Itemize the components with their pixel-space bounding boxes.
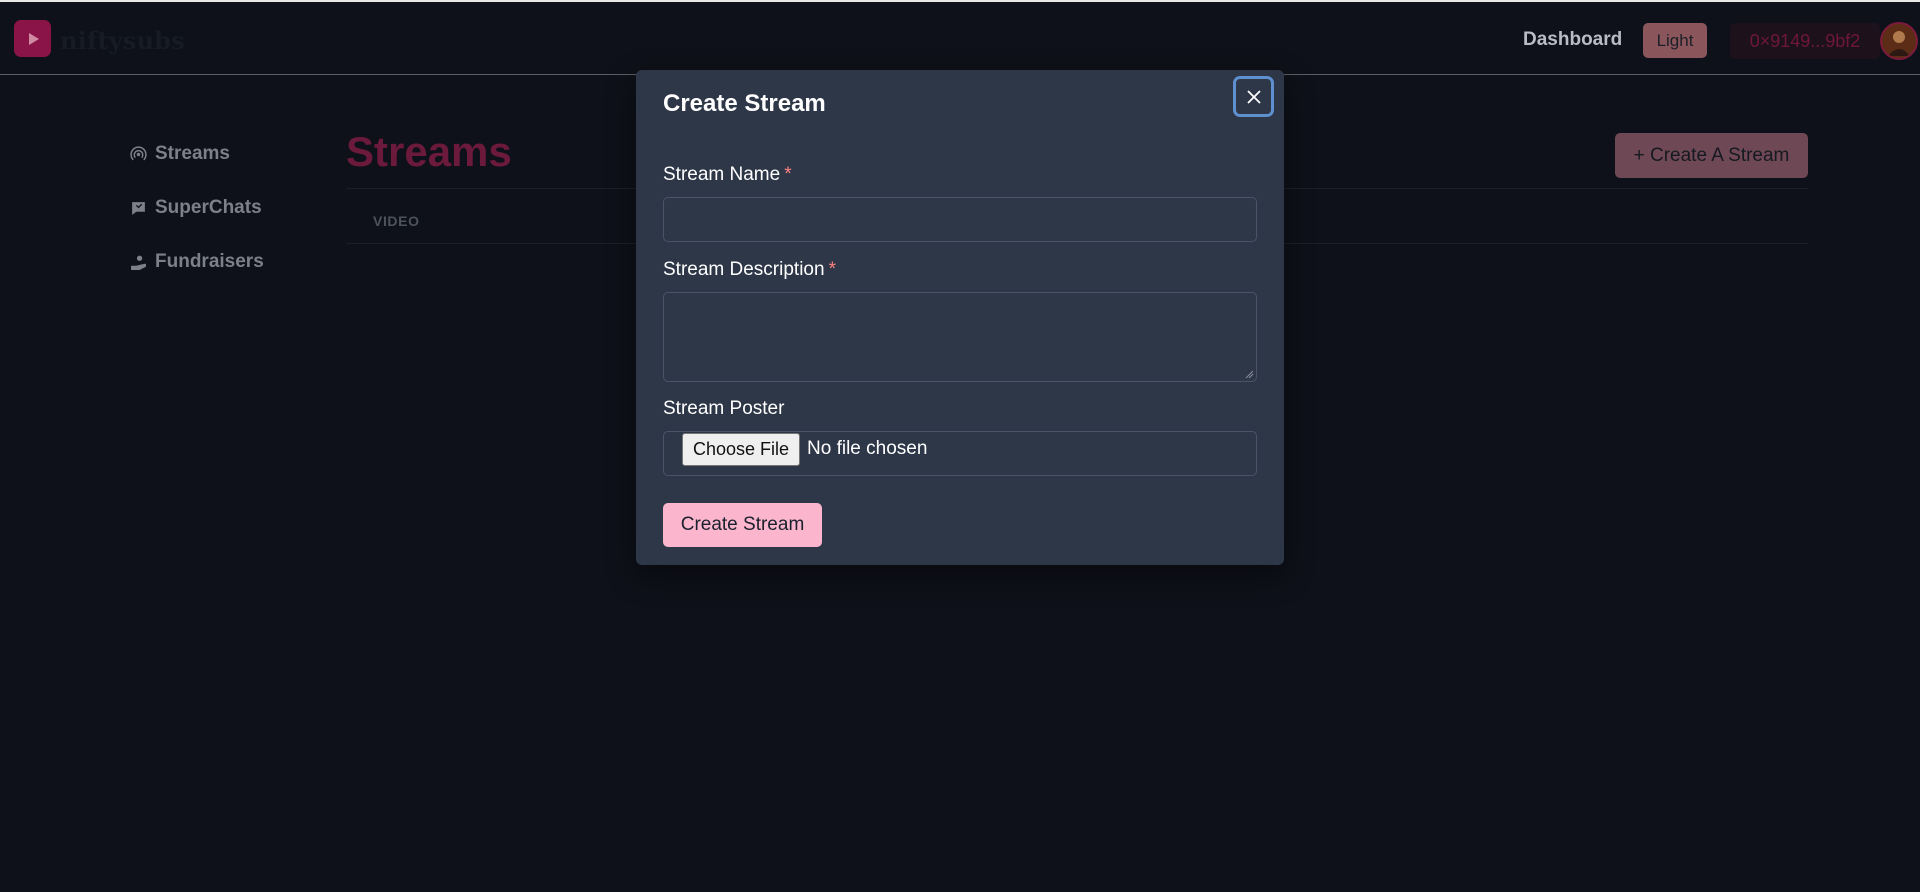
stream-poster-label: Stream Poster bbox=[663, 398, 785, 419]
modal-title: Create Stream bbox=[663, 90, 826, 117]
resize-handle-icon[interactable] bbox=[1244, 369, 1254, 379]
hand-heart-icon bbox=[131, 255, 146, 270]
sidebar-item-label: SuperChats bbox=[155, 197, 262, 218]
stream-name-input[interactable] bbox=[663, 197, 1257, 242]
sidebar-item-streams[interactable]: Streams bbox=[130, 139, 230, 169]
page-title: Streams bbox=[346, 128, 512, 175]
required-marker: * bbox=[828, 259, 836, 280]
sidebar-item-label: Fundraisers bbox=[155, 251, 264, 272]
close-button[interactable] bbox=[1233, 76, 1274, 117]
table-header-video: VIDEO bbox=[373, 213, 420, 229]
stream-description-textarea[interactable] bbox=[663, 292, 1257, 382]
close-icon bbox=[1246, 89, 1261, 104]
choose-file-button[interactable]: Choose File bbox=[682, 433, 800, 466]
stream-poster-file-input[interactable]: Choose File No file chosen bbox=[663, 431, 1257, 476]
file-status-text: No file chosen bbox=[807, 438, 928, 459]
wallet-address-button[interactable]: 0×9149...9bf2 bbox=[1730, 23, 1880, 59]
sidebar-item-fundraisers[interactable]: Fundraisers bbox=[130, 247, 264, 277]
sidebar-item-label: Streams bbox=[155, 143, 230, 164]
stream-description-label: Stream Description * bbox=[663, 259, 836, 280]
broadcast-icon bbox=[130, 145, 147, 160]
brand-name[interactable]: niftysubs bbox=[60, 26, 185, 55]
nav-link-dashboard[interactable]: Dashboard bbox=[1523, 29, 1622, 51]
create-stream-submit-button[interactable]: Create Stream bbox=[663, 503, 822, 547]
logo-icon[interactable] bbox=[14, 20, 51, 57]
create-stream-open-button[interactable]: + Create A Stream bbox=[1615, 133, 1808, 178]
top-navbar: niftysubs Dashboard Light 0×9149...9bf2 bbox=[0, 0, 1920, 75]
avatar[interactable] bbox=[1880, 22, 1918, 60]
chat-icon bbox=[132, 201, 145, 215]
stream-name-label: Stream Name * bbox=[663, 164, 792, 185]
theme-toggle-button[interactable]: Light bbox=[1643, 23, 1707, 58]
create-stream-modal: Create Stream Stream Name * Stream Descri… bbox=[636, 70, 1284, 565]
sidebar-item-superchats[interactable]: SuperChats bbox=[130, 193, 262, 223]
required-marker: * bbox=[784, 164, 792, 185]
